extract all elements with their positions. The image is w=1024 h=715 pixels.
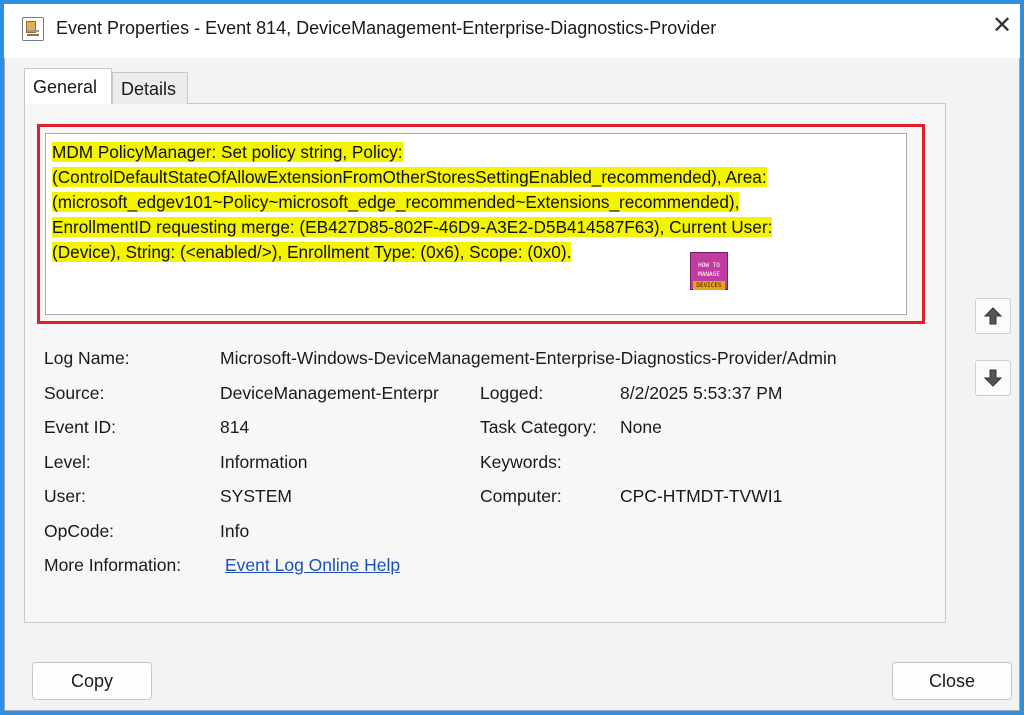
user-label: User: — [44, 486, 86, 506]
close-icon[interactable]: ✕ — [988, 12, 1016, 40]
task-category-label: Task Category: — [480, 417, 597, 437]
tab-general[interactable]: General — [24, 68, 112, 104]
log-name-label: Log Name: — [44, 348, 130, 368]
description-line: (Device), String: (<enabled/>), Enrollme… — [52, 242, 572, 262]
computer-label: Computer: — [480, 486, 562, 506]
logged-label: Logged: — [480, 383, 544, 403]
more-information-label: More Information: — [44, 555, 182, 575]
opcode-label: OpCode: — [44, 521, 115, 541]
event-description-box[interactable]: MDM PolicyManager: Set policy string, Po… — [45, 133, 907, 315]
level-label: Level: — [44, 452, 91, 472]
watermark-logo: HOW TO MANAGE DEVICES — [690, 252, 728, 290]
window-title: Event Properties - Event 814, DeviceMana… — [56, 18, 717, 38]
next-event-button[interactable] — [975, 360, 1011, 396]
previous-event-button[interactable] — [975, 298, 1011, 334]
watermark-mid: MANAGE — [698, 271, 720, 278]
keywords-label: Keywords: — [480, 452, 562, 472]
logged-value: 8/2/2025 5:53:37 PM — [620, 383, 783, 403]
watermark-bot: DEVICES — [693, 281, 725, 290]
description-line: (microsoft_edgev101~Policy~microsoft_edg… — [52, 192, 740, 212]
watermark-top: HOW TO — [698, 262, 720, 269]
tab-details[interactable]: Details — [112, 72, 188, 104]
description-line: (ControlDefaultStateOfAllowExtensionFrom… — [52, 167, 767, 187]
source-value: DeviceManagement-Enterpr — [220, 383, 439, 403]
opcode-value: Info — [220, 521, 250, 541]
user-value: SYSTEM — [220, 486, 292, 506]
event-id-value: 814 — [220, 417, 250, 437]
event-viewer-icon — [22, 17, 44, 41]
arrow-down-icon — [983, 369, 1003, 387]
source-label: Source: — [44, 383, 105, 403]
log-name-value: Microsoft-Windows-DeviceManagement-Enter… — [220, 348, 837, 368]
computer-value: CPC-HTMDT-TVWI1 — [620, 486, 783, 506]
description-line: EnrollmentID requesting merge: (EB427D85… — [52, 217, 773, 237]
event-log-online-help-link[interactable]: Event Log Online Help — [225, 555, 400, 576]
copy-button[interactable]: Copy — [32, 662, 152, 700]
level-value: Information — [220, 452, 308, 472]
event-description-text: MDM PolicyManager: Set policy string, Po… — [52, 140, 900, 265]
close-button[interactable]: Close — [892, 662, 1012, 700]
event-id-label: Event ID: — [44, 417, 116, 437]
arrow-up-icon — [983, 307, 1003, 325]
description-line: MDM PolicyManager: Set policy string, Po… — [52, 142, 403, 162]
task-category-value: None — [620, 417, 662, 437]
